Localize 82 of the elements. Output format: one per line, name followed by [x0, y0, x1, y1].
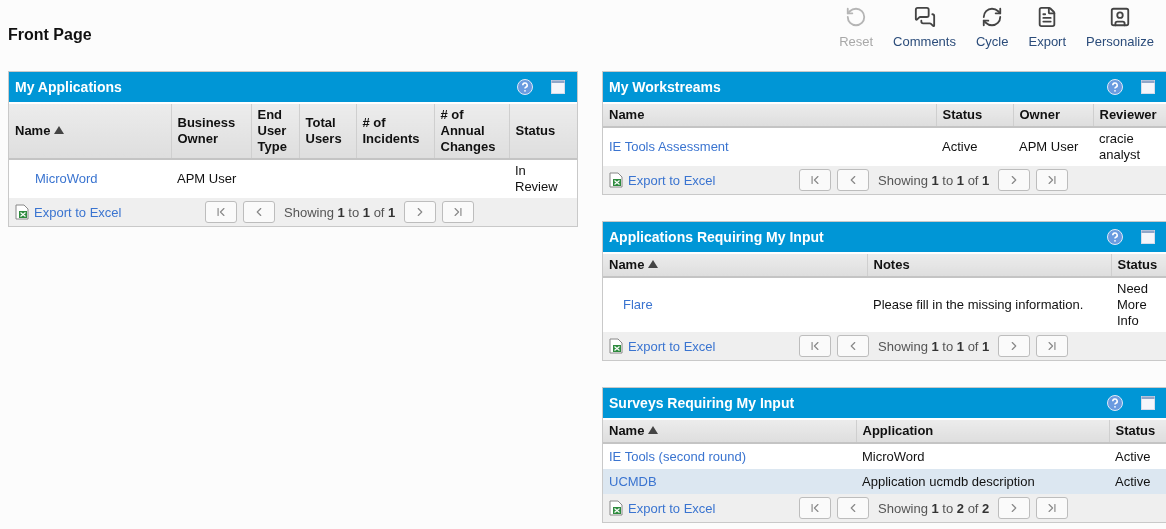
toolbar-button[interactable]: Comments	[885, 6, 964, 49]
toolbar-button[interactable]: Cycle	[967, 6, 1017, 49]
maximize-icon[interactable]	[1141, 80, 1155, 94]
sort-ascending-icon	[648, 260, 659, 268]
column-header[interactable]: Reviewer	[1093, 103, 1166, 127]
column-header[interactable]: Name	[9, 103, 171, 159]
sort-ascending-icon	[54, 126, 65, 134]
previous-page-button[interactable]	[243, 201, 275, 223]
last-page-button[interactable]	[1036, 169, 1069, 191]
last-page-button[interactable]	[1036, 497, 1069, 519]
paging-status: Showing 1 to 1 of 1	[877, 172, 991, 188]
spreadsheet-icon	[609, 338, 623, 354]
column-header[interactable]: Status	[936, 103, 1013, 127]
column-header[interactable]: Name	[603, 103, 936, 127]
column-header[interactable]: Total Users	[299, 103, 356, 159]
help-icon[interactable]	[1107, 229, 1123, 245]
next-page-button[interactable]	[998, 335, 1031, 357]
first-page-button[interactable]	[799, 335, 831, 357]
previous-page-button[interactable]	[837, 497, 869, 519]
maximize-icon[interactable]	[1141, 230, 1155, 244]
column-header[interactable]: Status	[1109, 419, 1166, 443]
table-cell: Application ucmdb description	[856, 469, 1109, 494]
speech-bubbles-icon	[913, 6, 936, 28]
record-link[interactable]: IE Tools (second round)	[609, 448, 747, 464]
column-header[interactable]: Status	[1111, 253, 1166, 277]
next-page-button[interactable]	[404, 201, 437, 223]
circular-arrows-icon	[981, 6, 1004, 28]
maximize-icon[interactable]	[1141, 396, 1155, 410]
column-header[interactable]: Application	[856, 419, 1109, 443]
record-link[interactable]: UCMDB	[609, 473, 657, 489]
record-link[interactable]: IE Tools Assessment	[609, 139, 729, 154]
last-page-button[interactable]	[1036, 335, 1069, 357]
table-cell: Active	[1109, 469, 1166, 494]
first-page-icon	[808, 501, 822, 515]
help-icon[interactable]	[1107, 395, 1123, 411]
previous-page-button[interactable]	[837, 335, 869, 357]
first-page-button[interactable]	[799, 497, 831, 519]
column-header[interactable]: Name	[603, 253, 867, 277]
first-page-icon	[808, 173, 822, 187]
export-to-excel-link[interactable]: Export to Excel	[609, 338, 799, 354]
help-icon[interactable]	[1107, 79, 1123, 95]
toolbar-button[interactable]: Personalize	[1078, 6, 1162, 49]
panel-title: My Applications	[15, 79, 123, 95]
spreadsheet-icon	[609, 172, 623, 188]
page-title: Front Page	[8, 26, 92, 44]
export-to-excel-link[interactable]: Export to Excel	[15, 204, 205, 220]
spreadsheet-icon	[15, 204, 29, 220]
column-header[interactable]: Business Owner	[171, 103, 251, 159]
panel-title: Applications Requiring My Input	[609, 229, 825, 245]
last-page-button[interactable]	[442, 201, 475, 223]
column-header[interactable]: # of Annual Changes	[434, 103, 509, 159]
first-page-button[interactable]	[205, 201, 237, 223]
toolbar-button[interactable]: Export	[1020, 6, 1075, 49]
paging-status: Showing 1 to 2 of 2	[877, 500, 991, 516]
panel-title: My Workstreams	[609, 79, 722, 95]
first-page-icon	[808, 339, 822, 353]
column-header[interactable]: Name	[603, 419, 856, 443]
column-header[interactable]: Notes	[867, 253, 1111, 277]
table-cell: Active	[1109, 443, 1166, 469]
help-icon[interactable]	[517, 79, 533, 95]
column-header[interactable]: Status	[509, 103, 577, 159]
panel-title: Surveys Requiring My Input	[609, 395, 796, 411]
person-frame-icon	[1109, 6, 1132, 28]
maximize-icon[interactable]	[551, 80, 565, 94]
column-header[interactable]: # of Incidents	[356, 103, 434, 159]
export-to-excel-link[interactable]: Export to Excel	[609, 500, 799, 516]
rotate-icon	[845, 6, 868, 28]
first-page-button[interactable]	[799, 169, 831, 191]
previous-page-button[interactable]	[837, 169, 869, 191]
paging-status: Showing 1 to 1 of 1	[283, 204, 397, 220]
next-page-button[interactable]	[998, 169, 1031, 191]
column-header[interactable]: Owner	[1013, 103, 1093, 127]
first-page-icon	[214, 205, 228, 219]
next-page-button[interactable]	[998, 497, 1031, 519]
spreadsheet-icon	[609, 500, 623, 516]
paging-status: Showing 1 to 1 of 1	[877, 338, 991, 354]
table-cell: MicroWord	[856, 443, 1109, 469]
record-link[interactable]: Flare	[609, 297, 653, 312]
record-link[interactable]: MicroWord	[15, 171, 98, 186]
export-to-excel-link[interactable]: Export to Excel	[609, 172, 799, 188]
sort-ascending-icon	[648, 426, 659, 434]
column-header[interactable]: End User Type	[251, 103, 299, 159]
